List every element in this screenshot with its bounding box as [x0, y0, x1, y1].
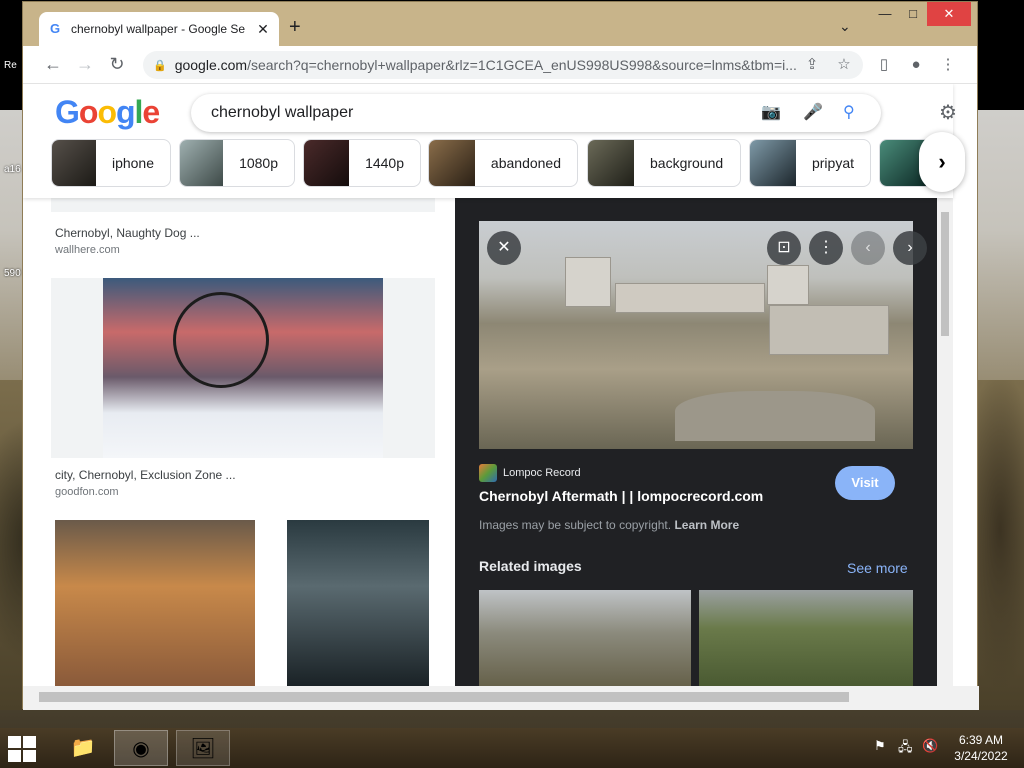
system-clock[interactable]: 6:39 AM 3/24/2022: [944, 732, 1018, 764]
microphone-icon[interactable]: 🎤: [803, 102, 823, 122]
result-source[interactable]: wallhere.com: [55, 244, 120, 256]
photos-taskbar-icon[interactable]: 🖼: [176, 730, 230, 766]
visit-button[interactable]: Visit: [835, 466, 895, 500]
tab-title: chernobyl wallpaper - Google Se: [71, 22, 246, 36]
browser-window: G chernobyl wallpaper - Google Se ✕ + ⌄ …: [22, 1, 979, 710]
tab-close-icon[interactable]: ✕: [255, 21, 271, 38]
close-preview-icon[interactable]: ✕: [487, 231, 521, 265]
close-button[interactable]: ✕: [927, 2, 971, 26]
taskbar: 📁 ◉ 🖼 ⚑ 🖧 🔇 6:39 AM 3/24/2022: [0, 728, 1024, 768]
see-more-link[interactable]: See more: [847, 560, 908, 576]
bookmark-star-icon[interactable]: ☆: [831, 52, 857, 78]
chips-next-arrow-icon[interactable]: ›: [919, 132, 965, 192]
new-tab-button[interactable]: +: [289, 16, 301, 39]
profile-avatar-icon[interactable]: ●: [903, 52, 929, 78]
google-favicon-icon: G: [49, 21, 61, 36]
chip-iphone[interactable]: iphone: [51, 139, 171, 187]
chip-abandoned[interactable]: abandoned: [428, 139, 578, 187]
lock-icon: 🔒: [153, 59, 167, 72]
chip-background[interactable]: background: [587, 139, 741, 187]
source-row[interactable]: Lompoc Record: [479, 464, 581, 482]
back-arrow-icon[interactable]: ←: [37, 54, 69, 75]
learn-more-link[interactable]: Learn More: [674, 518, 739, 532]
page-content: Google chernobyl wallpaper 📷 🎤 ⚲ ⚙ iphon…: [23, 84, 977, 686]
result-image-tile[interactable]: [51, 278, 435, 458]
side-panel-icon[interactable]: ▯: [871, 52, 897, 78]
share-icon[interactable]: ⇪: [799, 52, 825, 78]
previous-arrow-icon[interactable]: ‹: [851, 231, 885, 265]
related-image-tile[interactable]: [479, 590, 691, 686]
source-name: Lompoc Record: [503, 467, 581, 479]
settings-gear-icon[interactable]: ⚙: [939, 100, 957, 125]
horizontal-scrollbar[interactable]: [23, 686, 979, 710]
menu-kebab-icon[interactable]: ⋮: [935, 52, 961, 78]
action-center-flag-icon[interactable]: ⚑: [874, 738, 886, 754]
url-domain: google.com: [174, 57, 248, 73]
chip-thumbnail: [52, 140, 96, 186]
more-options-icon[interactable]: ⋮: [809, 231, 843, 265]
chip-thumbnail: [429, 140, 475, 186]
preview-image[interactable]: [479, 221, 913, 449]
google-logo[interactable]: Google: [55, 94, 160, 131]
next-arrow-icon[interactable]: ›: [893, 231, 927, 265]
result-caption[interactable]: Chernobyl, Naughty Dog ...: [55, 226, 200, 240]
chip-1080p[interactable]: 1080p: [179, 139, 295, 187]
desktop-icon-label[interactable]: 590: [4, 268, 21, 279]
lens-search-icon[interactable]: ⊡: [767, 231, 801, 265]
chip-thumbnail: [750, 140, 796, 186]
search-icon[interactable]: ⚲: [843, 102, 855, 122]
chip-thumbnail: [180, 140, 224, 186]
address-bar[interactable]: 🔒 google.com/search?q=chernobyl+wallpape…: [143, 51, 863, 79]
vertical-scrollbar[interactable]: [937, 198, 953, 686]
desktop-icon-label[interactable]: a16: [4, 164, 21, 175]
start-button[interactable]: [8, 736, 38, 762]
related-image-tile[interactable]: [699, 590, 913, 686]
tab-search-chevron-icon[interactable]: ⌄: [839, 18, 851, 35]
result-image-tile[interactable]: [55, 520, 255, 686]
google-header: Google chernobyl wallpaper 📷 🎤 ⚲ ⚙ iphon…: [23, 84, 965, 198]
search-input[interactable]: chernobyl wallpaper 📷 🎤 ⚲: [191, 94, 881, 132]
chip-pripyat[interactable]: pripyat: [749, 139, 871, 187]
file-explorer-icon[interactable]: 📁: [56, 730, 110, 766]
browser-toolbar: ← → ↻ 🔒 google.com/search?q=chernobyl+wa…: [23, 46, 977, 84]
result-image-tile[interactable]: [287, 520, 429, 686]
copyright-notice: Images may be subject to copyright. Lear…: [479, 518, 740, 532]
url-path: /search?q=chernobyl+wallpaper&rlz=1C1GCE…: [247, 57, 797, 73]
chip-thumbnail: [588, 140, 634, 186]
search-query: chernobyl wallpaper: [211, 104, 354, 121]
source-favicon-icon: [479, 464, 497, 482]
chrome-taskbar-icon[interactable]: ◉: [114, 730, 168, 766]
image-results-grid: Chernobyl, Naughty Dog ... wallhere.com …: [23, 178, 455, 686]
preview-title[interactable]: Chernobyl Aftermath | | lompocrecord.com: [479, 488, 763, 504]
reload-icon[interactable]: ↻: [101, 54, 133, 75]
related-images-heading: Related images: [479, 558, 582, 574]
result-source[interactable]: goodfon.com: [55, 486, 119, 498]
network-icon[interactable]: 🖧: [898, 738, 913, 760]
chip-1440p[interactable]: 1440p: [303, 139, 421, 187]
forward-arrow-icon[interactable]: →: [69, 54, 101, 75]
result-caption[interactable]: city, Chernobyl, Exclusion Zone ...: [55, 468, 236, 482]
clock-time: 6:39 AM: [958, 733, 1004, 747]
browser-tab[interactable]: G chernobyl wallpaper - Google Se ✕: [39, 12, 279, 46]
chip-thumbnail: [304, 140, 350, 186]
image-preview-panel: ✕ ⊡ ⋮ ‹ › Lompoc Record Chernobyl Afterm…: [455, 198, 937, 686]
tab-strip: G chernobyl wallpaper - Google Se ✕ + ⌄ …: [23, 2, 977, 46]
desktop-icon-label[interactable]: Re: [4, 60, 17, 71]
clock-date: 3/24/2022: [954, 749, 1008, 763]
camera-lens-icon[interactable]: 📷: [761, 102, 781, 122]
volume-muted-icon[interactable]: 🔇: [922, 738, 938, 754]
